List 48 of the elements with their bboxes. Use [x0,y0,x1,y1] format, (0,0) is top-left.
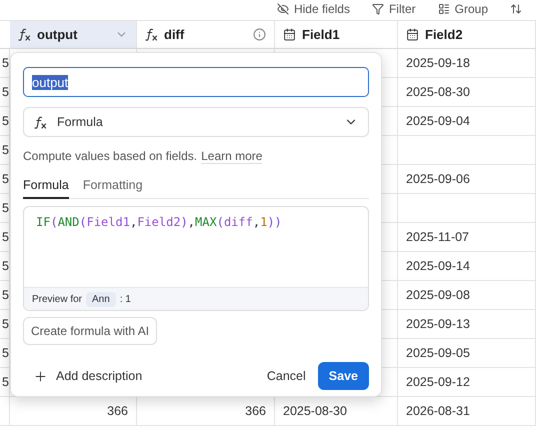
toolbar-button[interactable]: Group [438,2,488,16]
calendar-icon [406,28,419,41]
preview-label: Preview for [32,294,82,304]
eye-off-icon [276,3,289,15]
info-icon[interactable] [253,28,266,41]
table-cell: 2025-09-04 [398,107,536,136]
table-cell: 2025-09-12 [398,368,536,397]
calendar-icon [283,28,296,41]
plus-icon [33,368,48,384]
name-input-field[interactable]: output [23,67,369,97]
table-cell: 2025-08-30 [398,78,536,107]
tab[interactable]: Formatting [82,178,143,199]
table-cell: 2025-09-05 [398,339,536,368]
tab[interactable]: Formula [23,178,69,199]
formula-icon [145,28,158,41]
formula-text[interactable]: IF(AND(Field1,Field2),MAX(diff,1)) [24,207,368,287]
preview-value: : 1 [120,294,131,304]
formula-icon [18,28,31,41]
formula-editor[interactable]: IF(AND(Field1,Field2),MAX(diff,1)) Preview for Ann : 1 [23,206,369,311]
group-icon [438,3,450,15]
table-cell: 2025-09-08 [398,281,536,310]
create-formula-ai-button[interactable]: Create formula with AI [23,317,158,345]
table-cell: 2025-09-13 [398,310,536,339]
toolbar-button[interactable]: Filter [372,2,416,16]
column-header[interactable]: output [10,20,137,49]
table-cell: 2026-08-31 [398,397,536,426]
save-button[interactable]: Save [318,362,369,390]
column-title: diff [164,27,184,42]
toolbar-button[interactable]: Hide fields [276,2,350,16]
sort-icon[interactable] [510,3,522,15]
column-header[interactable]: Field2 [398,20,536,49]
column-header[interactable]: diff [137,20,275,49]
add-description-button[interactable]: Add description [23,368,142,384]
record-chip[interactable]: Ann [86,292,116,306]
column-title: output [37,27,78,42]
field-type-dropdown[interactable]: Formula [23,107,369,137]
table-cell: 2025-09-14 [398,252,536,281]
column-title: Field2 [425,27,463,42]
description-text: Compute values based on fields. [23,149,198,164]
column-header[interactable]: Field1 [275,20,398,49]
column-title: Field1 [302,27,340,42]
filter-icon [372,3,384,15]
formula-icon [34,116,47,128]
table-cell: 2025-11-07 [398,223,536,252]
learn-more-link[interactable]: Learn more [201,149,262,164]
cancel-button[interactable]: Cancel [254,369,318,383]
table-cell: 2025-09-06 [398,165,536,194]
table-cell: 2025-09-18 [398,49,536,78]
